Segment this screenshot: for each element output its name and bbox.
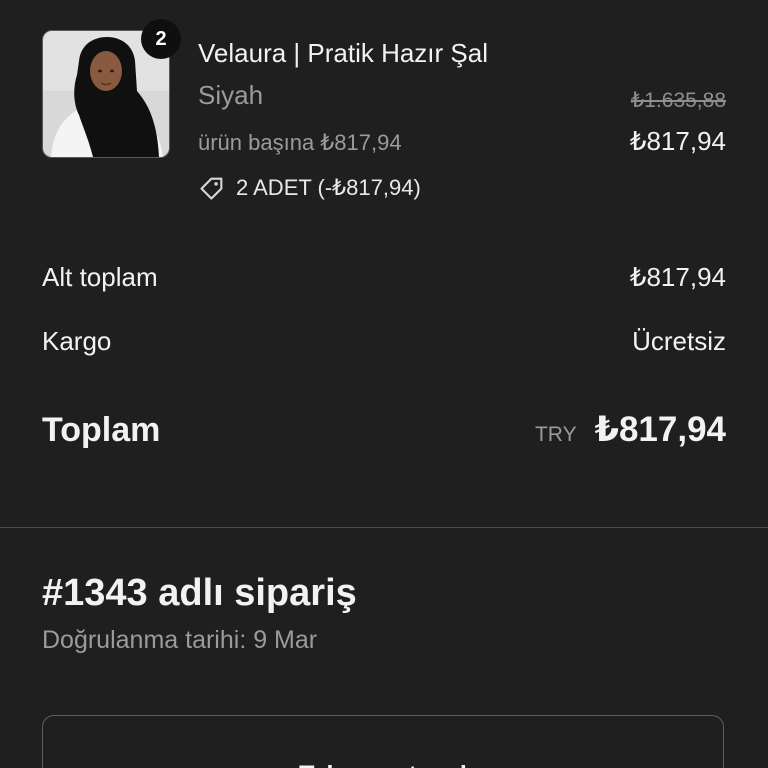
section-divider xyxy=(0,527,768,528)
line-item: 2 Velaura | Pratik Hazır Şal Siyah ürün … xyxy=(42,19,726,210)
original-price: ₺1.635,88 xyxy=(630,89,726,112)
order-title: #1343 adlı sipariş xyxy=(42,572,357,614)
shipping-row: Kargo Ücretsiz xyxy=(42,326,726,357)
discount-text: 2 ADET (-₺817,94) xyxy=(236,175,421,200)
discount-row: 2 ADET (-₺817,94) xyxy=(198,174,421,202)
total-amount: ₺817,94 xyxy=(594,410,726,449)
line-price: ₺817,94 xyxy=(629,126,726,156)
subtotal-label: Alt toplam xyxy=(42,262,158,292)
order-status-page: 2 Velaura | Pratik Hazır Şal Siyah ürün … xyxy=(0,0,768,768)
total-amount-group: TRY ₺817,94 xyxy=(535,410,726,450)
subtotal-row: Alt toplam ₺817,94 xyxy=(42,262,726,293)
product-variant: Siyah xyxy=(198,80,264,110)
currency-code: TRY xyxy=(534,423,577,446)
reorder-button[interactable]: Tekrar satın al xyxy=(42,715,724,768)
shipping-value: Ücretsiz xyxy=(632,326,726,356)
total-label: Toplam xyxy=(42,411,161,449)
total-row: Toplam TRY ₺817,94 xyxy=(42,410,726,450)
subtotal-value: ₺817,94 xyxy=(629,262,726,292)
quantity-badge: 2 xyxy=(141,19,181,59)
product-title: Velaura | Pratik Hazır Şal xyxy=(198,38,488,68)
tag-icon xyxy=(198,174,226,202)
unit-price: ürün başına ₺817,94 xyxy=(198,130,402,155)
order-confirmed-date: Doğrulanma tarihi: 9 Mar xyxy=(42,626,318,654)
shipping-label: Kargo xyxy=(42,326,112,356)
product-thumbnail-wrapper: 2 xyxy=(42,19,181,158)
